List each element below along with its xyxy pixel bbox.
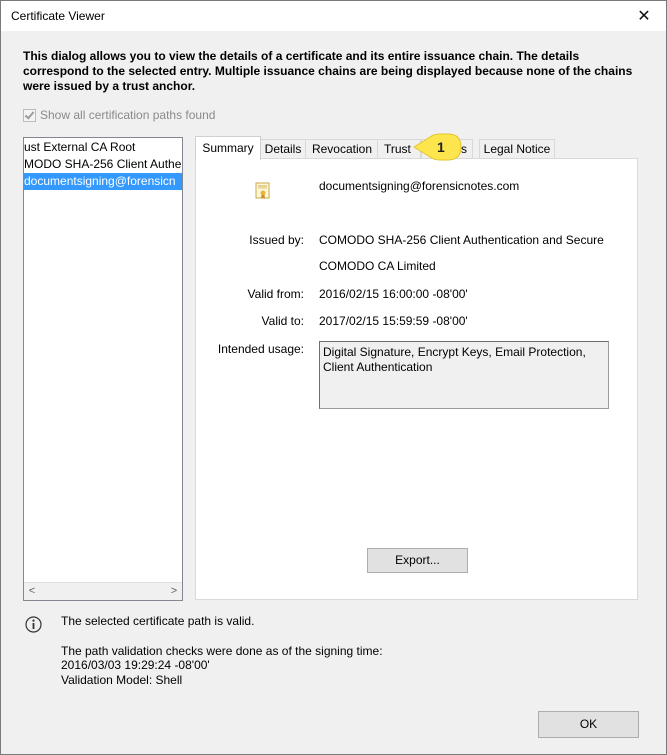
export-button[interactable]: Export... — [367, 548, 468, 573]
tree-item-selected[interactable]: documentsigning@forensicn — [24, 173, 182, 190]
certificate-icon — [255, 182, 270, 199]
validation-model: Validation Model: Shell — [61, 673, 183, 687]
certificate-viewer-dialog: Certificate Viewer ✕ This dialog allows … — [0, 0, 667, 755]
callout-number: 1 — [437, 139, 445, 155]
issued-by-value: COMODO SHA-256 Client Authentication and… — [319, 233, 604, 247]
valid-to-value: 2017/02/15 15:59:59 -08'00' — [319, 314, 468, 328]
checkbox-checked-icon — [23, 108, 36, 122]
show-all-paths-checkbox[interactable]: Show all certification paths found — [23, 108, 215, 122]
tree-item[interactable]: MODO SHA-256 Client Authe — [24, 156, 182, 173]
tab-details[interactable]: Details — [259, 139, 307, 159]
tab-summary[interactable]: Summary — [195, 136, 261, 160]
tab-legal-notice[interactable]: Legal Notice — [479, 139, 555, 159]
dialog-description: This dialog allows you to view the detai… — [23, 49, 633, 93]
tab-revocation[interactable]: Revocation — [305, 139, 379, 159]
tree-item[interactable]: ust External CA Root — [24, 139, 182, 156]
validation-time-note: The path validation checks were done as … — [61, 644, 383, 658]
intended-usage-box: Digital Signature, Encrypt Keys, Email P… — [319, 341, 609, 409]
valid-from-value: 2016/02/15 16:00:00 -08'00' — [319, 287, 468, 301]
callout-marker: 1 — [412, 133, 462, 161]
certificate-chain-tree[interactable]: ust External CA Root MODO SHA-256 Client… — [23, 137, 183, 601]
intended-usage-label: Intended usage: — [217, 342, 304, 356]
path-valid-text: The selected certificate path is valid. — [61, 614, 255, 628]
issuer-organization: COMODO CA Limited — [319, 259, 436, 273]
validation-time-value: 2016/03/03 19:29:24 -08'00' — [61, 658, 210, 672]
valid-from-label: Valid from: — [247, 287, 304, 301]
show-all-paths-label: Show all certification paths found — [40, 108, 216, 122]
info-icon — [25, 616, 42, 633]
title-bar: Certificate Viewer ✕ — [1, 1, 666, 31]
scroll-right-icon[interactable]: > — [166, 584, 182, 599]
issued-by-label: Issued by: — [249, 233, 304, 247]
ok-button[interactable]: OK — [538, 711, 639, 738]
valid-to-label: Valid to: — [261, 314, 304, 328]
horizontal-scrollbar[interactable]: < > — [24, 582, 182, 600]
window-title: Certificate Viewer — [11, 9, 105, 23]
close-icon[interactable]: ✕ — [622, 1, 666, 31]
subject-email: documentsigning@forensicnotes.com — [319, 179, 520, 193]
scroll-left-icon[interactable]: < — [24, 584, 40, 599]
